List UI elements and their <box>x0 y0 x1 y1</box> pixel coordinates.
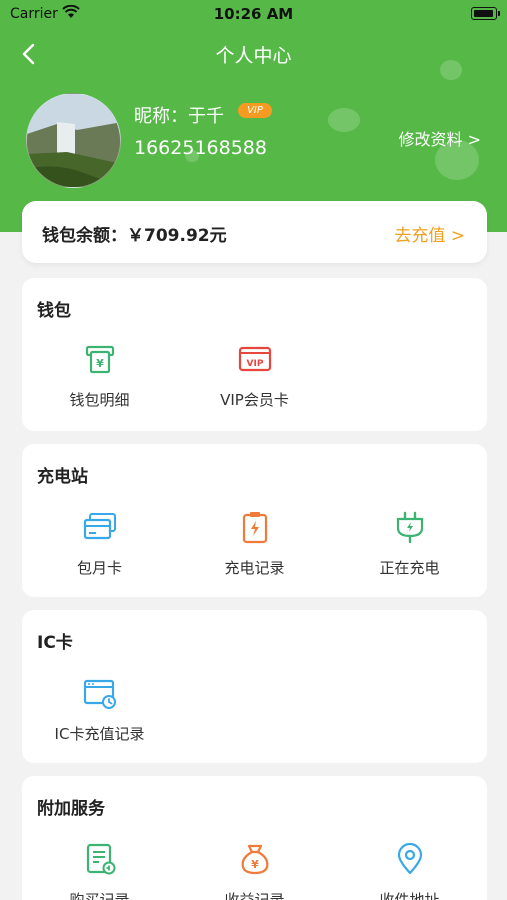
grid-item-charging-now[interactable]: 正在充电 <box>332 510 487 590</box>
section-title: IC卡 <box>37 633 73 653</box>
wallet-balance-card: 钱包余额：￥709.92元 去充值 > <box>22 201 487 263</box>
svg-text:¥: ¥ <box>96 357 104 370</box>
wallet-detail-icon: ¥ <box>85 345 115 374</box>
page-title: 个人中心 <box>215 45 292 67</box>
grid-item-label: VIP会员卡 <box>220 391 289 409</box>
grid-item-shipping-address[interactable]: 收件地址 <box>332 842 487 900</box>
grid-item-earnings-record[interactable]: ¥ 收益记录 <box>177 842 332 900</box>
phone-number: 16625168588 <box>134 137 267 159</box>
section-title: 附加服务 <box>37 799 105 819</box>
status-bar: Carrier 10:26 AM <box>0 0 507 28</box>
avatar[interactable] <box>26 93 121 188</box>
section-title: 钱包 <box>37 301 71 321</box>
grid-item-monthly-card[interactable]: 包月卡 <box>22 510 177 590</box>
grid-item-label: 收件地址 <box>379 891 440 900</box>
location-pin-icon <box>397 842 423 875</box>
grid-item-ic-recharge-record[interactable]: IC卡充值记录 <box>22 676 177 756</box>
ic-recharge-record-icon <box>83 679 116 709</box>
grid-item-label: 正在充电 <box>379 559 440 577</box>
charging-record-icon <box>242 512 268 544</box>
grid-item-vip-card[interactable]: VIP VIP会员卡 <box>177 342 332 422</box>
grid-item-label: 充电记录 <box>224 559 285 577</box>
wallet-balance: 钱包余额：￥709.92元 <box>42 226 227 246</box>
battery-icon <box>471 7 500 20</box>
section-title: 充电站 <box>37 467 88 487</box>
monthly-card-icon <box>83 513 116 540</box>
grid-item-purchase-record[interactable]: 购买记录 <box>22 842 177 900</box>
svg-text:¥: ¥ <box>251 858 259 871</box>
grid-item-label: 钱包明细 <box>69 391 130 409</box>
grid-item-label: 收益记录 <box>224 891 285 900</box>
vip-card-icon: VIP <box>238 346 272 372</box>
grid-item-label: 购买记录 <box>69 891 130 900</box>
recharge-link[interactable]: 去充值 > <box>394 221 465 246</box>
vip-badge: VIP <box>238 103 272 118</box>
plug-icon <box>396 511 424 544</box>
edit-profile-link[interactable]: 修改资料 > <box>399 126 482 150</box>
grid-item-label: IC卡充值记录 <box>54 725 145 743</box>
section-ic-card: IC卡 IC卡充值记录 <box>22 610 487 763</box>
money-bag-icon: ¥ <box>241 844 269 875</box>
grid-item-wallet-detail[interactable]: ¥ 钱包明细 <box>22 342 177 422</box>
grid-item-charging-record[interactable]: 充电记录 <box>177 510 332 590</box>
section-extra-services: 附加服务 购买记录 ¥ 收益记录 收件地址 <box>22 776 487 900</box>
avatar-landscape-icon <box>27 94 120 187</box>
section-wallet: 钱包 ¥ 钱包明细 VIP VIP会员卡 <box>22 278 487 431</box>
purchase-record-icon <box>86 843 116 875</box>
nickname: 昵称：于千 <box>134 106 224 127</box>
nav-bar: 个人中心 <box>0 32 507 76</box>
clock: 10:26 AM <box>213 5 294 23</box>
grid-item-label: 包月卡 <box>76 559 122 577</box>
section-charging-station: 充电站 包月卡 充电记录 正在充电 <box>22 444 487 597</box>
svg-text:VIP: VIP <box>247 359 264 369</box>
